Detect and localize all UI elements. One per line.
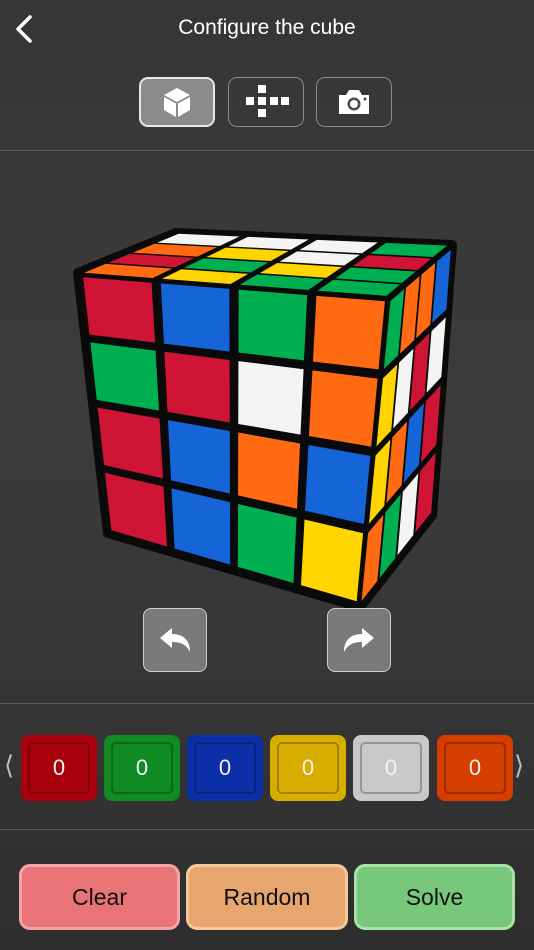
redo-button[interactable]: [327, 608, 391, 672]
swatch-count: 0: [52, 755, 66, 780]
sticker-front[interactable]: [238, 361, 304, 435]
camera-icon: [339, 90, 369, 114]
clear-button[interactable]: Clear: [19, 864, 180, 930]
solve-button[interactable]: Solve: [354, 864, 515, 930]
swatch-count: 0: [301, 755, 315, 780]
cube-net-icon: [246, 85, 289, 117]
swatch-count: 0: [384, 755, 398, 780]
sticker-front[interactable]: [238, 289, 308, 361]
sticker-front[interactable]: [160, 283, 230, 352]
tab-3d-cube[interactable]: [139, 77, 215, 127]
sticker-front[interactable]: [164, 351, 230, 423]
color-swatch-yellow[interactable]: 0: [270, 735, 346, 801]
random-button[interactable]: Random: [186, 864, 348, 930]
sticker-front[interactable]: [90, 342, 160, 411]
swatch-count: 0: [135, 755, 149, 780]
color-swatch-orange[interactable]: 0: [437, 735, 513, 801]
divider: [0, 703, 534, 704]
swatch-count: 0: [468, 755, 482, 780]
sticker-front[interactable]: [304, 444, 371, 524]
tab-camera[interactable]: [316, 77, 392, 127]
page-title: Configure the cube: [178, 16, 356, 39]
swatch-count: 0: [218, 755, 232, 780]
tab-cube-net[interactable]: [228, 77, 304, 127]
color-swatch-white[interactable]: 0: [353, 735, 429, 801]
color-swatch-red[interactable]: 0: [21, 735, 97, 801]
cube-icon: [164, 88, 190, 117]
color-swatch-green[interactable]: 0: [104, 735, 180, 801]
sticker-front[interactable]: [308, 370, 378, 447]
palette-left-arrow[interactable]: ⟨: [4, 750, 14, 781]
color-palette: ⟨ ⟩ 0 0 0 0 0 0: [0, 732, 534, 804]
undo-arrow-icon: [160, 628, 190, 652]
undo-button[interactable]: [143, 608, 207, 672]
cube-3d-view[interactable]: [60, 225, 470, 620]
sticker-front[interactable]: [312, 295, 385, 370]
header: Configure the cube: [0, 0, 534, 60]
palette-right-arrow[interactable]: ⟩: [514, 750, 524, 781]
sticker-front[interactable]: [238, 432, 301, 509]
divider: [0, 150, 534, 151]
view-mode-tabs: [139, 77, 395, 131]
redo-arrow-icon: [344, 628, 374, 652]
sticker-front[interactable]: [83, 277, 156, 343]
divider: [0, 829, 534, 830]
color-swatch-blue[interactable]: 0: [187, 735, 263, 801]
